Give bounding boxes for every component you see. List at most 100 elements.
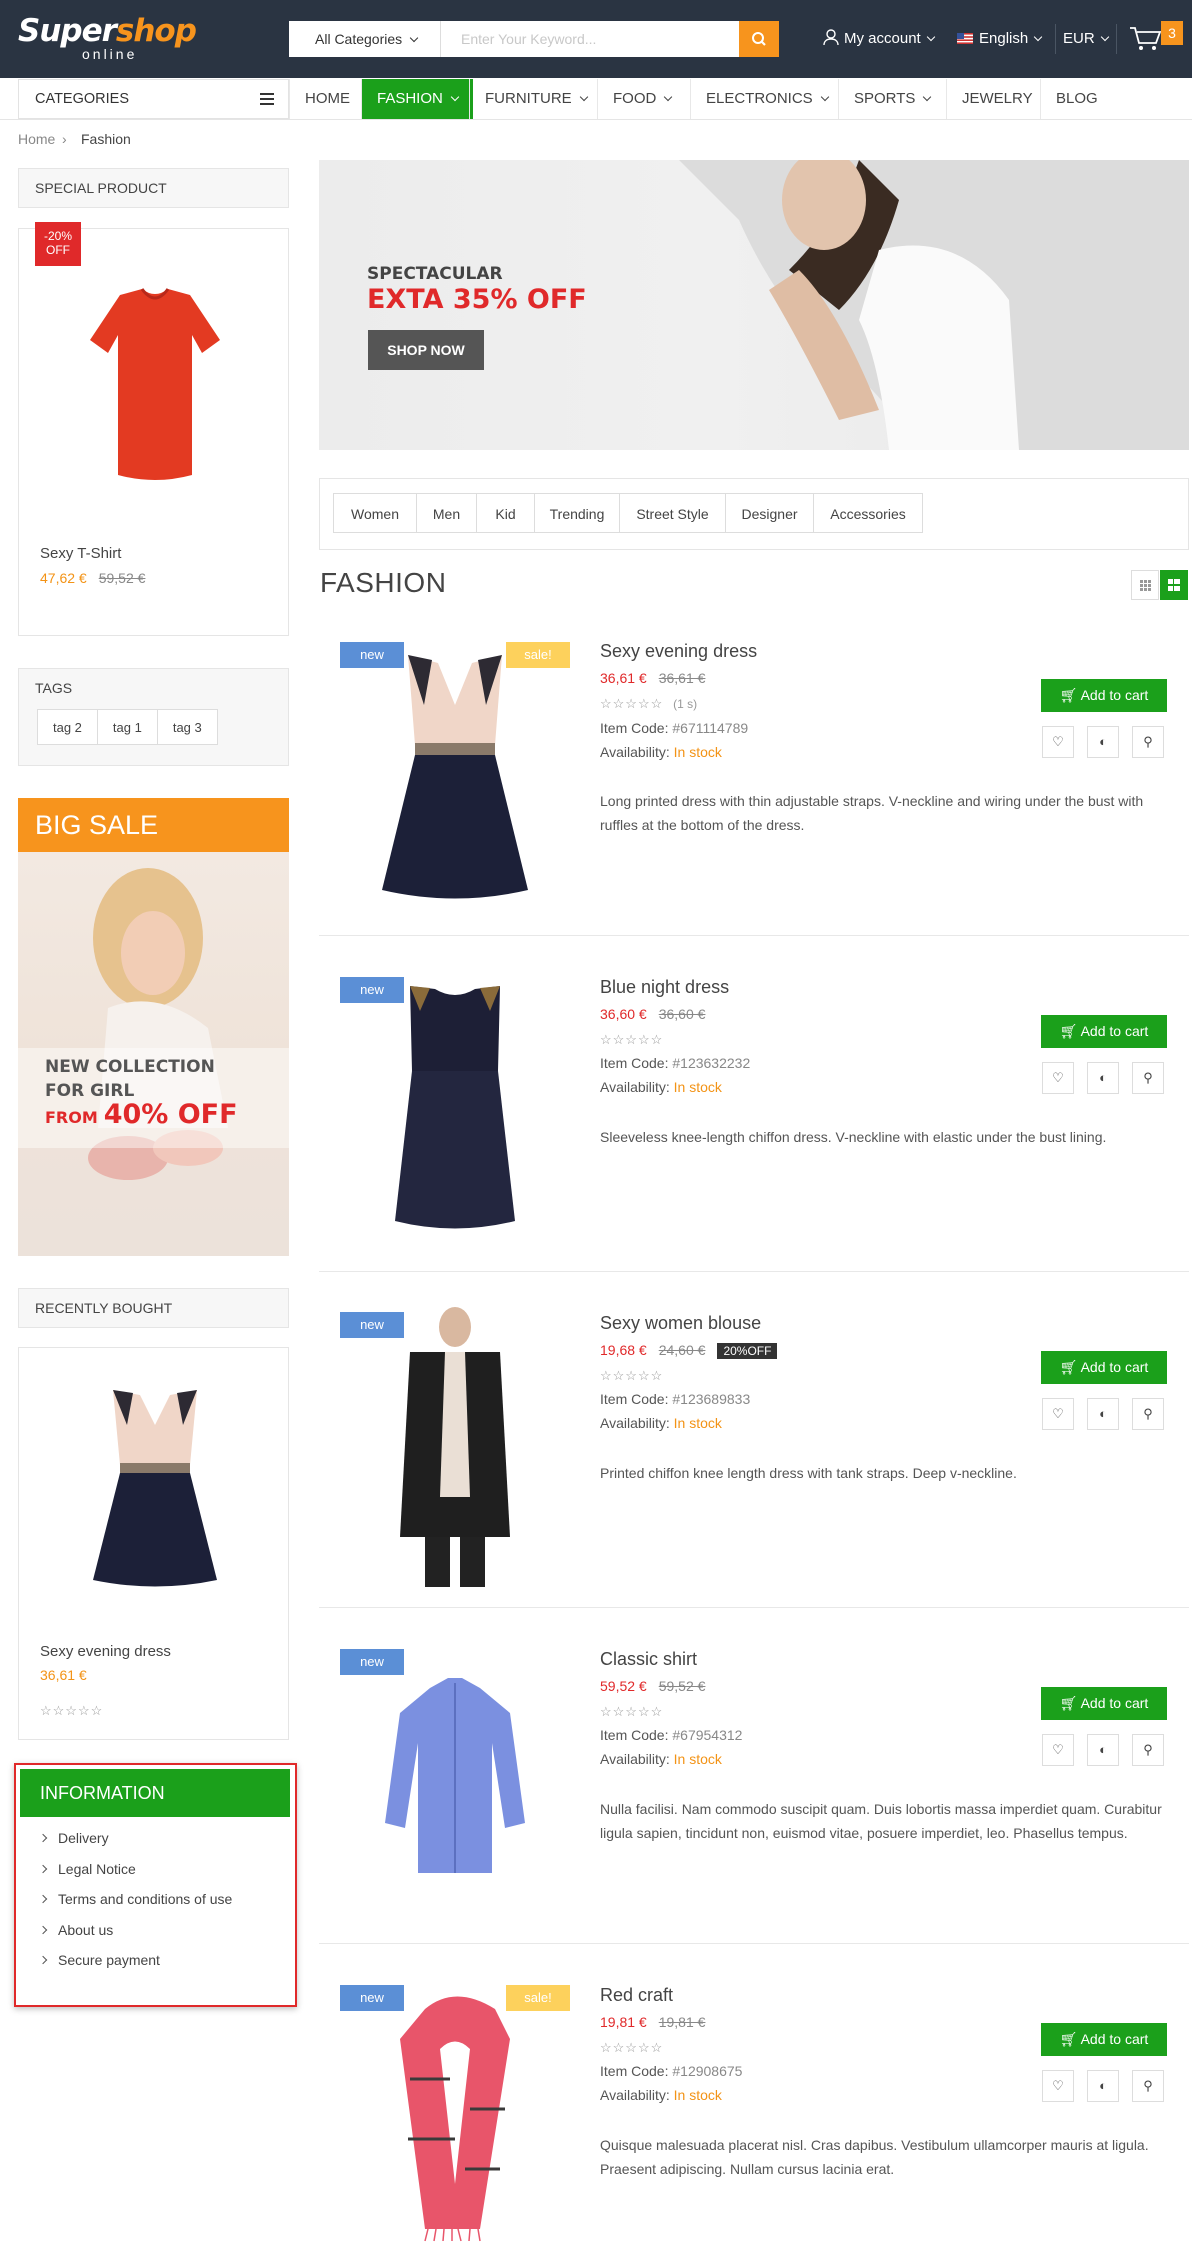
add-to-cart-button[interactable]: 🛒︎ Add to cart (1041, 679, 1167, 712)
nav-item-jewelry[interactable]: JEWELRY (946, 79, 1048, 119)
big-sale-banner[interactable]: BIG SALE NEW COLLECTION FOR GIRL FROM 40… (18, 798, 289, 1256)
price-old: 59,52 € (658, 1678, 706, 1694)
product-description: Printed chiffon knee length dress with t… (600, 1465, 1017, 1481)
product-name[interactable]: Sexy evening dress (600, 641, 757, 662)
tag-item[interactable]: tag 1 (96, 709, 158, 745)
tshirt-image[interactable] (80, 285, 230, 485)
chevron-down-icon (664, 92, 673, 102)
product-divider (319, 1943, 1189, 1944)
filter-trending[interactable]: Trending (534, 493, 620, 533)
nav-item-furniture[interactable]: FURNITURE (469, 79, 602, 119)
wishlist-button[interactable]: ♡ (1042, 1734, 1074, 1766)
filter-kid[interactable]: Kid (476, 493, 535, 533)
rating-stars: ☆☆☆☆☆ (600, 2040, 664, 2055)
nav-label: BLOG (1056, 90, 1098, 107)
product-image[interactable] (330, 1307, 580, 1587)
filter-accessories[interactable]: Accessories (813, 493, 923, 533)
availability-value: In stock (673, 1079, 722, 1095)
my-account-menu[interactable]: My account (822, 28, 935, 50)
quickview-button[interactable]: ⚲ (1132, 1734, 1164, 1766)
breadcrumb-home[interactable]: Home (18, 131, 55, 147)
compare-button[interactable]: ◐ (1087, 726, 1119, 758)
search-button[interactable] (739, 21, 779, 57)
promo-line1: NEW COLLECTION (45, 1057, 215, 1077)
header-divider (1116, 24, 1117, 54)
quickview-button[interactable]: ⚲ (1132, 2070, 1164, 2102)
compare-button[interactable]: ◐ (1087, 1062, 1119, 1094)
filter-designer[interactable]: Designer (725, 493, 814, 533)
tag-item[interactable]: tag 2 (37, 709, 98, 745)
quickview-button[interactable]: ⚲ (1132, 726, 1164, 758)
special-product-title: SPECIAL PRODUCT (18, 168, 289, 208)
menu-icon (260, 93, 274, 105)
quickview-button[interactable]: ⚲ (1132, 1398, 1164, 1430)
add-to-cart-button[interactable]: 🛒︎ Add to cart (1041, 1687, 1167, 1720)
nav-item-food[interactable]: FOOD (597, 79, 686, 119)
compare-button[interactable]: ◐ (1087, 1734, 1119, 1766)
info-link-about-us[interactable]: About us (40, 1922, 113, 1938)
product-image[interactable] (330, 635, 580, 915)
nav-item-home[interactable]: HOME (289, 79, 365, 119)
currency-select[interactable]: EUR (1063, 28, 1109, 50)
product-name[interactable]: Sexy women blouse (600, 1313, 761, 1334)
nav-item-blog[interactable]: BLOG (1040, 79, 1113, 119)
category-select[interactable]: All Categories (289, 21, 441, 57)
price-old: 36,61 € (658, 670, 706, 686)
filter-women[interactable]: Women (333, 493, 417, 533)
categories-toggle[interactable]: CATEGORIES (18, 79, 289, 119)
cart-icon: 🛒︎ (1059, 2031, 1081, 2047)
product-description: Sleeveless knee-length chiffon dress. V-… (600, 1129, 1107, 1145)
product-name[interactable]: Blue night dress (600, 977, 729, 998)
breadcrumb-separator-icon: › (62, 131, 67, 147)
chevron-down-icon (409, 33, 419, 43)
nav-label: FASHION (377, 90, 443, 107)
product-image[interactable] (330, 1979, 580, 2244)
shop-now-button[interactable]: SHOP NOW (368, 330, 484, 370)
hero-banner[interactable]: SPECTACULAR EXTA 35% OFF SHOP NOW (319, 160, 1189, 450)
wishlist-button[interactable]: ♡ (1042, 1062, 1074, 1094)
grid-view-button[interactable] (1131, 570, 1159, 600)
evening-dress-image[interactable] (85, 1385, 225, 1595)
product-rating: ☆☆☆☆☆ (600, 2039, 663, 2056)
availability: Availability: In stock (600, 1751, 722, 1767)
nav-item-electronics[interactable]: ELECTRONICS (690, 79, 843, 119)
promo-pct: 40% OFF (103, 1099, 238, 1130)
site-logo[interactable]: Supershop online (18, 13, 197, 62)
item-code-value: #123632232 (672, 1055, 751, 1071)
add-to-cart-button[interactable]: 🛒︎ Add to cart (1041, 1015, 1167, 1048)
product-name[interactable]: Classic shirt (600, 1649, 697, 1670)
add-to-cart-button[interactable]: 🛒︎ Add to cart (1041, 2023, 1167, 2056)
wishlist-button[interactable]: ♡ (1042, 1398, 1074, 1430)
special-product-name[interactable]: Sexy T-Shirt (40, 545, 121, 562)
tag-item[interactable]: tag 3 (156, 709, 218, 745)
info-link-legal-notice[interactable]: Legal Notice (40, 1861, 136, 1877)
info-link-secure-payment[interactable]: Secure payment (40, 1952, 160, 1968)
nav-item-sports[interactable]: SPORTS (838, 79, 945, 119)
logo-text: Super (18, 13, 117, 49)
toggle-icon: ◐ (1099, 1406, 1107, 1421)
info-link-terms[interactable]: Terms and conditions of use (40, 1891, 232, 1907)
recent-product-name[interactable]: Sexy evening dress (40, 1643, 171, 1660)
quickview-button[interactable]: ⚲ (1132, 1062, 1164, 1094)
add-to-cart-button[interactable]: 🛒︎ Add to cart (1041, 1351, 1167, 1384)
search-icon: ⚲ (1143, 1070, 1153, 1085)
product-image[interactable] (330, 971, 580, 1251)
product-image[interactable] (330, 1643, 580, 1923)
tags-title: TAGS (35, 680, 73, 696)
filter-street-style[interactable]: Street Style (619, 493, 726, 533)
list-view-button[interactable] (1160, 570, 1188, 600)
wishlist-button[interactable]: ♡ (1042, 2070, 1074, 2102)
user-icon (823, 29, 839, 46)
new-badge: new (340, 1649, 404, 1675)
product-rating: ☆☆☆☆☆ (600, 1703, 663, 1720)
wishlist-button[interactable]: ♡ (1042, 726, 1074, 758)
product-name[interactable]: Red craft (600, 1985, 673, 2006)
language-select[interactable]: English (957, 28, 1043, 50)
search-input[interactable] (441, 21, 739, 57)
nav-item-fashion[interactable]: FASHION (361, 79, 473, 119)
info-link-delivery[interactable]: Delivery (40, 1830, 109, 1846)
nav-label: SPORTS (854, 90, 916, 107)
filter-men[interactable]: Men (416, 493, 477, 533)
compare-button[interactable]: ◐ (1087, 2070, 1119, 2102)
compare-button[interactable]: ◐ (1087, 1398, 1119, 1430)
